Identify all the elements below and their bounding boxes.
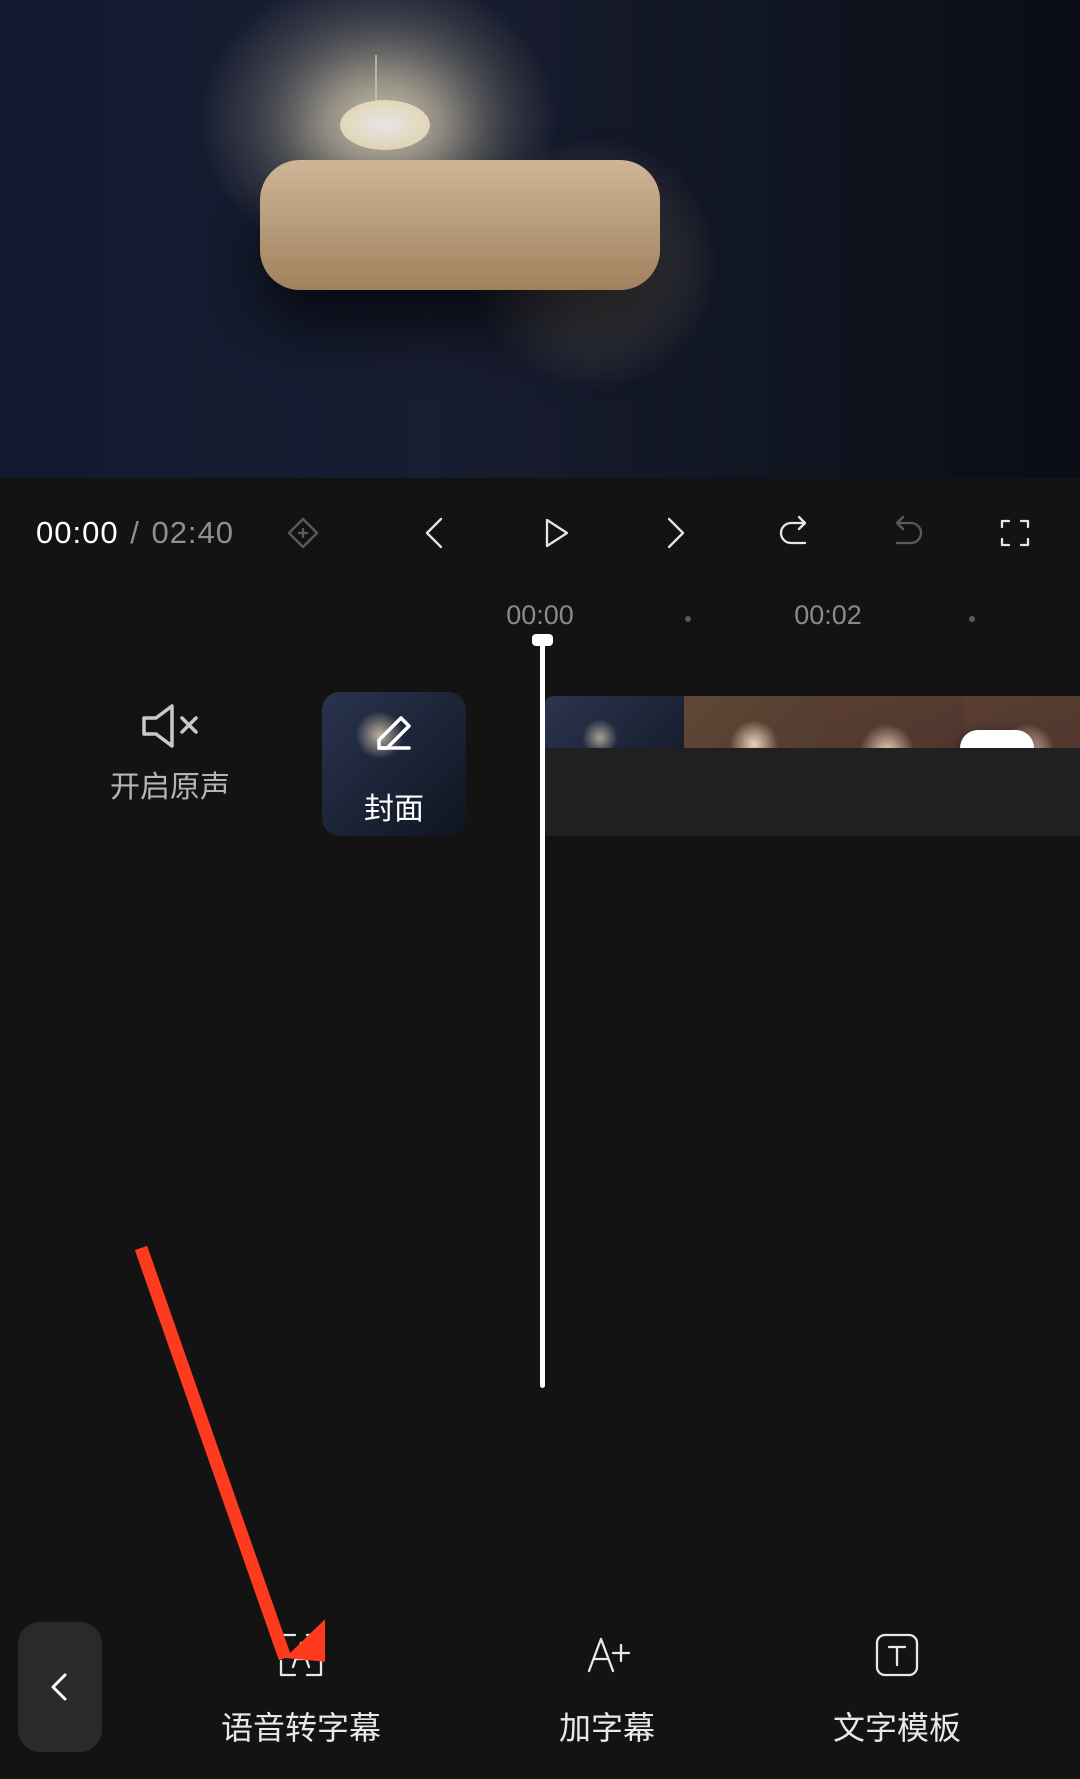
speaker-muted-icon	[138, 700, 202, 752]
tool-label: 加字幕	[559, 1703, 655, 1749]
empty-track[interactable]	[544, 748, 1080, 836]
cover-label: 封面	[364, 784, 424, 828]
keyframe-button[interactable]	[274, 504, 332, 562]
tool-label: 语音转字幕	[221, 1703, 381, 1749]
preview-frame-image	[0, 0, 1080, 478]
chevron-left-icon	[43, 1670, 77, 1704]
tool-text-template[interactable]: 文字模板	[833, 1625, 961, 1749]
video-preview[interactable]	[0, 0, 1080, 478]
playhead[interactable]	[540, 638, 545, 1388]
tool-label: 文字模板	[833, 1703, 961, 1749]
current-time: 00:00	[36, 515, 119, 550]
timeline[interactable]: 00:00 00:02 开启原声 封面	[0, 588, 1080, 1448]
ruler-tick-dot	[969, 616, 975, 622]
time-display: 00:00 / 02:40	[36, 515, 234, 551]
total-duration: 02:40	[151, 515, 234, 550]
text-template-icon	[867, 1625, 927, 1685]
prev-button[interactable]	[406, 504, 464, 562]
playback-controls: 00:00 / 02:40	[0, 478, 1080, 588]
cover-thumbnail[interactable]: 封面	[322, 692, 466, 836]
undo-button[interactable]	[766, 504, 824, 562]
back-button[interactable]	[18, 1622, 102, 1752]
add-text-icon	[577, 1625, 637, 1685]
play-button[interactable]	[526, 504, 584, 562]
ruler-tick-label: 00:00	[506, 600, 574, 631]
tool-add-subtitle[interactable]: 加字幕	[559, 1625, 655, 1749]
ruler-tick-dot	[685, 616, 691, 622]
ruler-tick-label: 00:02	[794, 600, 862, 631]
next-button[interactable]	[646, 504, 704, 562]
edit-icon	[371, 710, 417, 756]
fullscreen-button[interactable]	[986, 504, 1044, 562]
redo-button[interactable]	[878, 504, 936, 562]
speech-to-text-icon	[271, 1625, 331, 1685]
bottom-toolbar: 语音转字幕 加字幕 文字模板	[0, 1595, 1080, 1779]
original-sound-toggle[interactable]: 开启原声	[110, 700, 230, 806]
time-separator: /	[130, 515, 140, 550]
original-sound-label: 开启原声	[110, 762, 230, 806]
tool-speech-to-subtitle[interactable]: 语音转字幕	[221, 1625, 381, 1749]
